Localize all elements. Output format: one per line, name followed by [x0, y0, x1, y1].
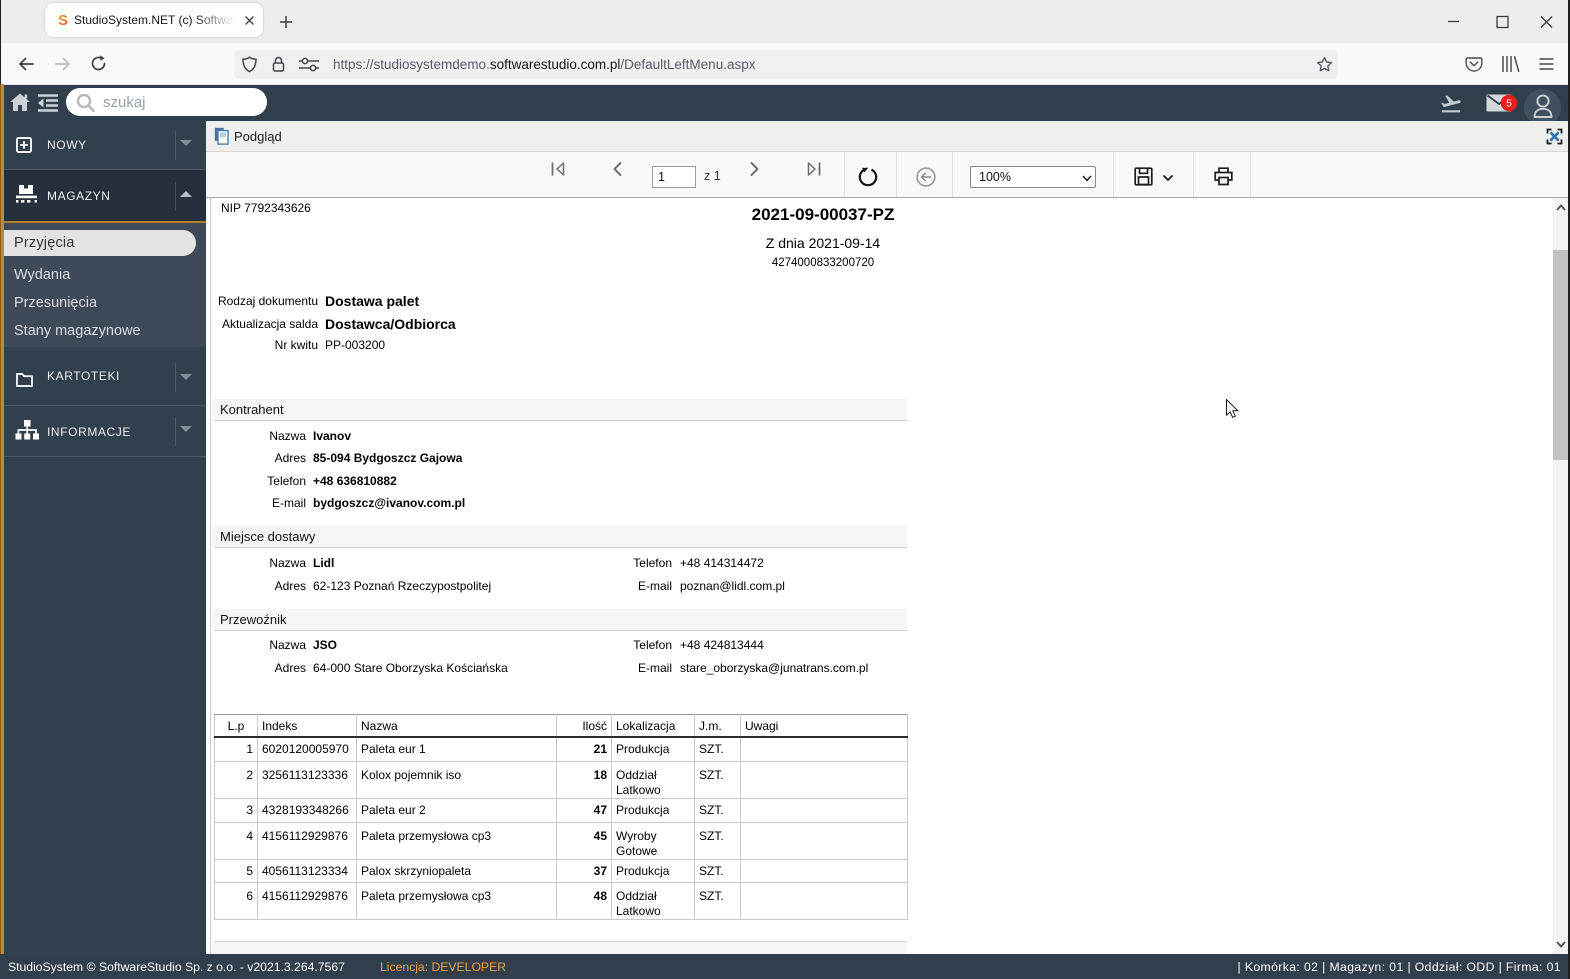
svg-text:S: S	[58, 13, 68, 27]
svg-text:5: 5	[1506, 98, 1512, 110]
